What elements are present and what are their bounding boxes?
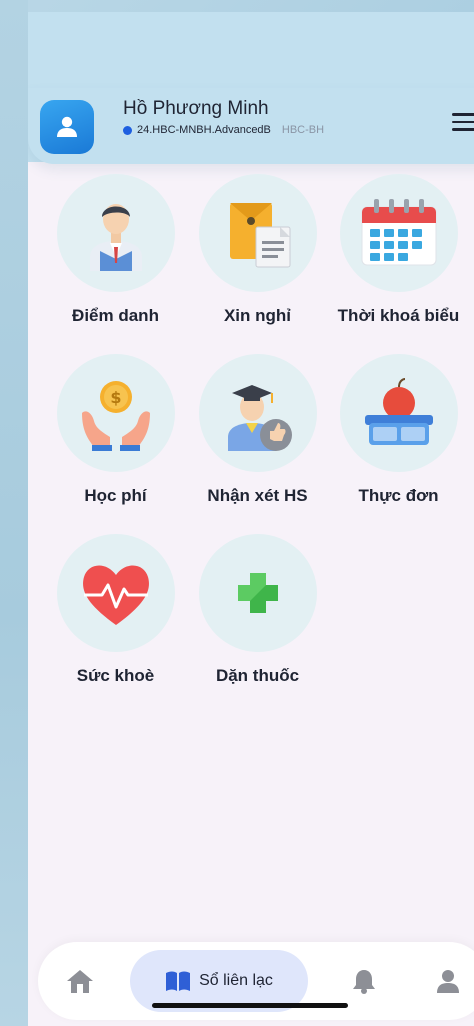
tile-label: Sức khoè [76,666,155,685]
icon-circle [339,354,458,472]
icon-circle: $ [56,354,175,472]
tile-label: Học phí [84,486,147,505]
person-icon [437,970,459,993]
icon-circle [56,534,175,652]
nav-home[interactable] [60,942,100,1020]
app-screen: Hồ Phương Minh 24.HBC-MNBH.AdvancedB HBC… [28,12,474,1026]
lunchbox-apple-icon [364,378,433,445]
background-strip [0,0,28,1026]
home-icon [67,970,93,993]
menu-item-tuition[interactable]: $ Học phí [43,354,188,506]
menu-item-health[interactable]: Sức khoè [43,534,188,686]
nav-notifications[interactable] [344,942,384,1020]
bottom-navigation: Sổ liên lạc [38,942,474,1020]
menu-item-leave[interactable]: Xin nghỉ [185,174,330,326]
avatar[interactable] [40,100,94,154]
class-code: 24.HBC-MNBH.AdvancedB [137,124,271,136]
tile-label: Xin nghỉ [223,306,292,325]
heart-pulse-icon [82,565,149,625]
tile-label: Thời khoá biểu [337,306,460,325]
hamburger-menu-icon[interactable] [452,110,474,134]
svg-text:$: $ [110,388,121,407]
calendar-schedule-icon [361,199,436,266]
user-name: Hồ Phương Minh [123,98,269,119]
tile-label: Điểm danh [72,306,159,325]
icon-circle [198,354,317,472]
menu-item-medicine-note[interactable]: Dặn thuốc [185,534,330,686]
graduate-thumbs-up-icon [227,385,292,451]
user-class-info: 24.HBC-MNBH.AdvancedB HBC-BH [123,124,324,136]
tile-label: Dặn thuốc [215,666,300,685]
user-header: Hồ Phương Minh 24.HBC-MNBH.AdvancedB HBC… [28,88,474,164]
menu-item-attendance[interactable]: Điểm danh [43,174,188,326]
student-attendance-icon [89,204,142,271]
menu-item-timetable[interactable]: Thời khoá biểu [326,174,471,326]
home-indicator [152,1003,348,1008]
nav-active-label: Sổ liên lạc [199,972,273,989]
icon-circle [198,174,317,292]
user-avatar-icon [57,116,77,137]
menu-item-student-review[interactable]: Nhận xét HS [185,354,330,506]
leave-request-document-icon [229,203,290,268]
bell-icon [353,970,375,994]
tile-label: Nhận xét HS [207,486,308,505]
tile-label: Thực đơn [358,486,439,505]
medical-cross-icon [237,573,278,613]
icon-circle [56,174,175,292]
status-dot [123,125,132,135]
menu-item-menu[interactable]: Thực đơn [326,354,471,506]
icon-circle [339,174,458,292]
school-code: HBC-BH [281,124,325,136]
icon-circle [198,534,317,652]
tuition-coin-hands-icon: $ [81,381,150,451]
nav-profile[interactable] [428,942,468,1020]
open-book-icon [166,971,191,991]
